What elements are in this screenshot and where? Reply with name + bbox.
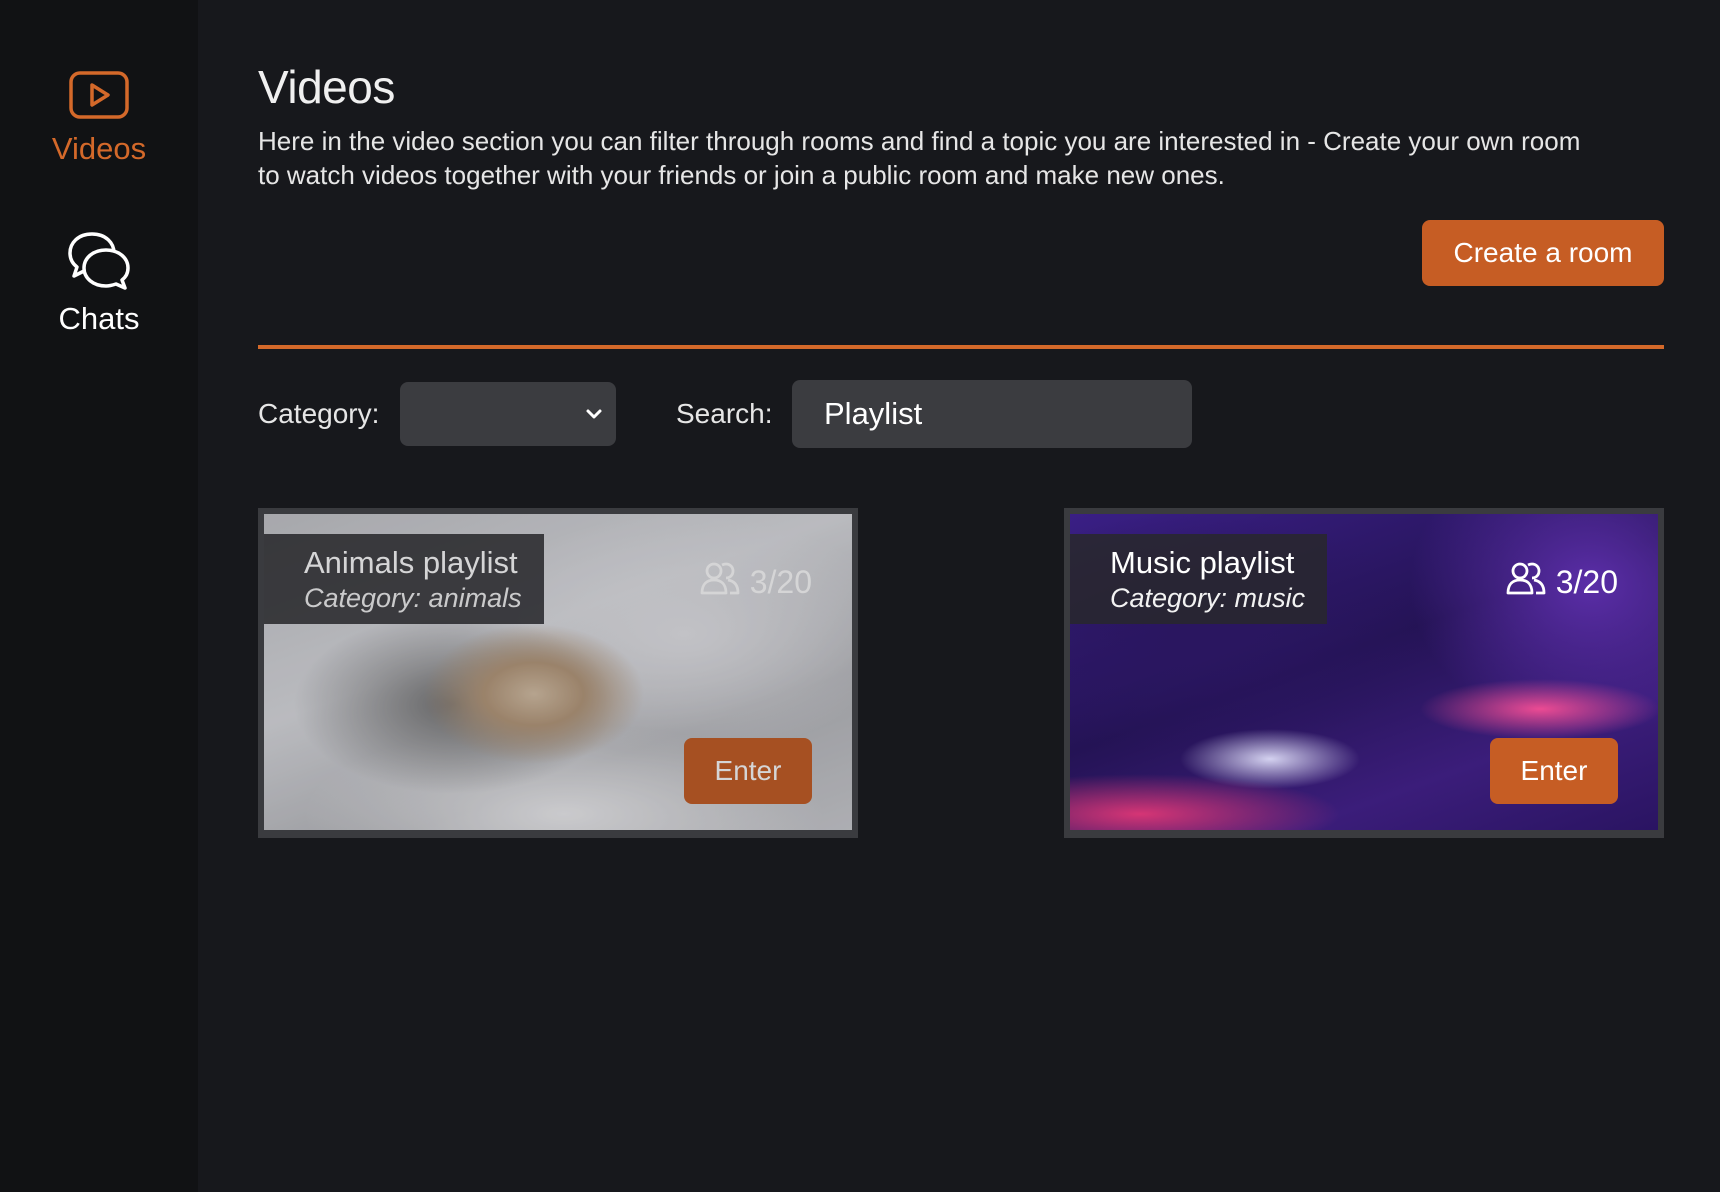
room-card-animals[interactable]: Animals playlist Category: animals 3/20 (258, 508, 858, 838)
room-badge: Animals playlist Category: animals (264, 534, 544, 624)
room-title: Animals playlist (304, 545, 518, 580)
sidebar: Videos Chats (0, 0, 198, 1192)
sidebar-item-label: Videos (51, 131, 147, 166)
room-category: Category: music (1110, 583, 1306, 613)
chevron-down-icon (584, 404, 604, 429)
users-icon (700, 560, 740, 604)
enter-room-button[interactable]: Enter (1490, 738, 1618, 804)
room-thumbnail: Animals playlist Category: animals 3/20 (264, 514, 852, 830)
room-count-text: 3/20 (749, 563, 812, 600)
sidebar-item-chats[interactable]: Chats (0, 230, 198, 337)
category-label: Category: (258, 398, 380, 429)
room-thumbnail: Music playlist Category: music 3/20 Ente… (1070, 514, 1658, 830)
users-icon (1506, 560, 1546, 604)
divider (258, 345, 1664, 349)
room-card-music[interactable]: Music playlist Category: music 3/20 Ente… (1064, 508, 1664, 838)
page-description: Here in the video section you can filter… (258, 126, 1581, 190)
search-label: Search: (676, 398, 773, 429)
search-input[interactable] (792, 380, 1192, 448)
room-member-count: 3/20 (700, 560, 812, 604)
play-icon (0, 70, 198, 125)
sidebar-item-label: Chats (58, 301, 140, 336)
room-member-count: 3/20 (1506, 560, 1618, 604)
sidebar-item-videos[interactable]: Videos (0, 70, 198, 167)
room-count-text: 3/20 (1555, 563, 1618, 600)
app: Videos Chats Videos Here in the video se… (0, 0, 1720, 1192)
enter-room-button[interactable]: Enter (684, 738, 812, 804)
room-title: Music playlist (1110, 545, 1295, 580)
category-select[interactable] (400, 382, 616, 446)
chat-bubbles-icon (0, 230, 198, 295)
room-badge: Music playlist Category: music (1070, 534, 1328, 624)
page-title: Videos (258, 61, 395, 113)
room-category: Category: animals (304, 583, 522, 613)
create-room-button[interactable]: Create a room (1422, 220, 1664, 286)
